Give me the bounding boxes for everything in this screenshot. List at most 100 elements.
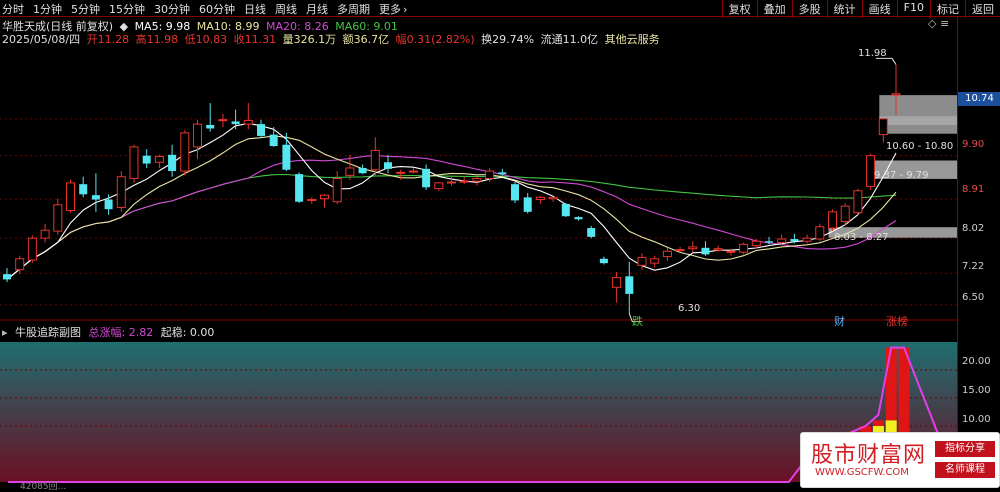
candle-body-up (396, 171, 406, 174)
zone-label-3: 8.03 - 8.27 (834, 232, 889, 243)
candle-body-down (599, 258, 608, 264)
zone-label-2: 9.37 - 9.79 (874, 170, 929, 181)
candle-body-up (180, 132, 190, 172)
candle-body-up (243, 120, 253, 125)
candle-body-up (66, 182, 75, 212)
logo-badge-indicator: 指标分享 (935, 441, 995, 457)
candle-body-up (408, 170, 418, 173)
sub-chart-header: ▸ 牛股追踪副图 总涨幅: 2.82 起稳: 0.00 (2, 324, 218, 340)
candle-body-down (104, 199, 113, 210)
current-price-tag: 10.74 (958, 92, 1000, 106)
ma60-line (6, 173, 897, 280)
support-zone-1 (879, 116, 957, 125)
candle-body-up (40, 229, 50, 239)
axis-label-1: 9.90 (962, 139, 985, 150)
candle-body-up (485, 170, 495, 179)
ma10-line (6, 135, 897, 280)
candle-body-up (307, 199, 317, 202)
candle-body-up (726, 250, 736, 253)
candle-body-down (384, 162, 392, 169)
candle-body-down (231, 121, 240, 125)
axis-label-3: 8.02 (962, 223, 985, 234)
logo-url: WWW.GSCFW.COM (815, 467, 909, 478)
candle-body-up (332, 177, 342, 203)
axis-label-5: 6.50 (962, 292, 985, 303)
sub-axis-label-2: 15.00 (962, 385, 991, 396)
tag-die: 跌 (632, 315, 643, 328)
candle-body-up (459, 180, 469, 183)
candle-body-up (434, 182, 444, 190)
axis-label-4: 7.22 (962, 261, 985, 272)
kline-chart[interactable] (0, 0, 957, 488)
candle-body-down (625, 276, 634, 294)
candle-body-up (662, 250, 672, 258)
candle-body-down (358, 167, 367, 174)
candle-body-up (688, 246, 698, 250)
tag-cai: 财 (834, 315, 845, 328)
candle-body-up (154, 156, 164, 163)
candle-body-down (257, 124, 265, 136)
candle-body-up (53, 204, 63, 232)
candle-body-down (511, 184, 519, 201)
sub-chart-name[interactable]: 牛股追踪副图 (15, 326, 81, 339)
candle-body-down (587, 228, 596, 237)
candle-body-down (142, 155, 151, 164)
candle-body-up (891, 93, 901, 96)
candle-body-up (472, 177, 482, 182)
sub-axis-label-3: 10.00 (962, 414, 991, 425)
zone-label-1: 10.60 - 10.80 (886, 141, 954, 152)
candle-body-up (802, 237, 812, 242)
candle-body-up (15, 258, 25, 271)
candle-body-down (91, 195, 100, 200)
candle-body-up (320, 194, 329, 200)
candle-body-down (498, 172, 507, 175)
candle-body-up (447, 181, 456, 184)
logo-badge-course: 名师课程 (935, 462, 995, 478)
candle-body-up (853, 190, 863, 214)
candle-body-up (650, 258, 660, 264)
candle-body-up (548, 196, 558, 200)
candle-body-down (790, 239, 799, 242)
sub-qiwen-label: 起稳: 0.00 (160, 326, 215, 339)
candle-body-down (269, 134, 278, 147)
ma5-line (6, 122, 897, 280)
candle-body-up (193, 123, 202, 148)
candle-body-down (561, 203, 570, 217)
bottom-status: 42085回... (20, 482, 67, 492)
candle-body-up (218, 119, 228, 122)
candle-body-up (751, 240, 761, 247)
axis-label-2: 8.91 (962, 184, 985, 195)
price-axis: 10.74 9.90 8.91 8.02 7.22 6.50 20.00 15.… (957, 16, 1000, 488)
candle-body-down (422, 168, 431, 188)
candle-body-up (370, 149, 380, 171)
candle-body-up (535, 196, 545, 201)
resistance-zone-upper (879, 95, 957, 134)
sub-chart-collapse-icon[interactable]: ▸ (2, 326, 8, 339)
candle-body-down (574, 217, 583, 220)
candle-body-down (168, 154, 177, 172)
candle-body-up (27, 237, 37, 261)
low-price-annotation: 6.30 (678, 303, 701, 314)
candle-body-down (765, 241, 773, 243)
candle-body-up (840, 205, 850, 222)
candle-body-down (3, 274, 11, 280)
candle-body-up (612, 277, 622, 288)
tag-zhangting: 涨榜 (886, 315, 908, 328)
candle-body-down (523, 197, 532, 212)
candle-body-up (675, 249, 685, 252)
candle-body-up (828, 211, 837, 229)
candle-body-down (79, 184, 88, 195)
candle-body-up (878, 118, 888, 136)
sub-total-label: 总涨幅: 2.82 (88, 326, 154, 339)
candle-body-up (815, 226, 825, 240)
candle-body-up (739, 243, 749, 253)
candle-body-up (777, 238, 787, 244)
candle-body-up (116, 176, 126, 208)
logo-title: 股市财富网 (811, 443, 927, 468)
candle-body-down (206, 124, 215, 129)
candle-body-up (345, 167, 355, 176)
sub-axis-label-1: 20.00 (962, 356, 991, 367)
candle-body-up (713, 248, 723, 251)
site-logo: 股市财富网 WWW.GSCFW.COM 指标分享 名师课程 (800, 432, 1000, 488)
candle-body-up (129, 146, 139, 179)
